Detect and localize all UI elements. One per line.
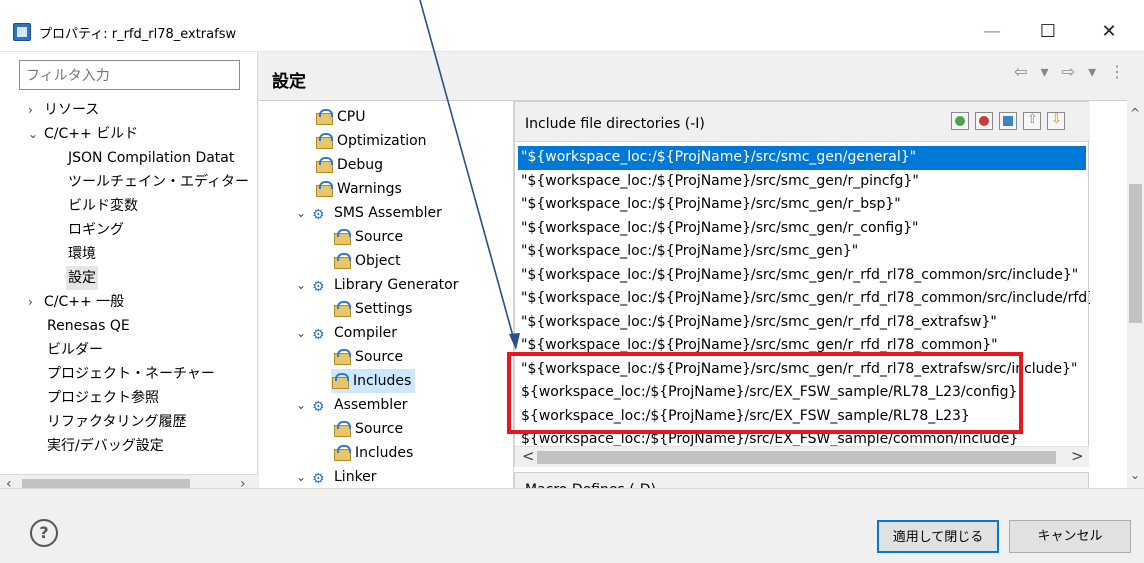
help-icon[interactable]: ?: [30, 519, 58, 547]
properties-dialog: プロパティ: r_rfd_rl78_extrafsw — ☐ ✕ ›リソース ⌄…: [0, 0, 1144, 563]
arrow-shaft: [419, 0, 517, 348]
annotation-arrow: [419, 0, 520, 350]
dialog-footer: ? 適用して閉じる キャンセル: [0, 488, 1144, 563]
cancel-button[interactable]: キャンセル: [1009, 520, 1131, 553]
arrow-head: [509, 333, 520, 350]
apply-and-close-button[interactable]: 適用して閉じる: [877, 520, 999, 553]
